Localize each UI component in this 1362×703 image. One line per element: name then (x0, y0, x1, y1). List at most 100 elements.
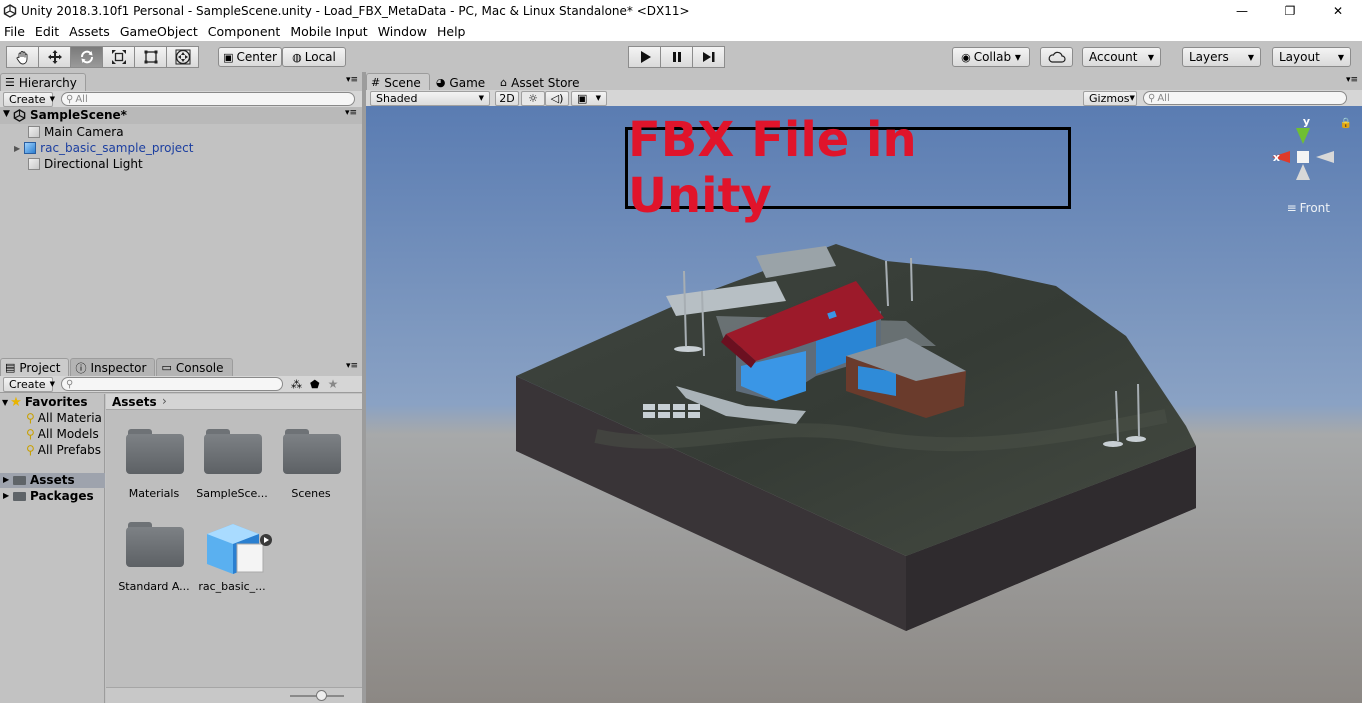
project-create-button[interactable]: Create ▼ (3, 376, 55, 392)
scene-search-input[interactable]: ⚲ All (1143, 91, 1347, 105)
gizmos-label: Gizmos (1089, 91, 1130, 105)
hand-tool-icon[interactable] (6, 46, 39, 68)
tab-game[interactable]: ◕ Game (430, 73, 495, 91)
tab-inspector[interactable]: ⓘ Inspector (70, 358, 156, 376)
scene-menu-icon[interactable]: ▾≡ (345, 108, 357, 118)
rect-tool-icon[interactable] (134, 46, 167, 68)
packages-root-row[interactable]: ▶ Packages (0, 489, 105, 504)
slider-thumb[interactable] (316, 690, 327, 701)
panel-menu-icon[interactable]: ▾≡ (1346, 75, 1358, 85)
menu-mobile-input[interactable]: Mobile Input (286, 24, 373, 39)
collapsed-arrow-icon[interactable]: ▶ (14, 144, 20, 153)
account-dropdown[interactable]: Account ▼ (1082, 47, 1161, 67)
scene-header-row[interactable]: ▼ SampleScene* ▾≡ (0, 107, 362, 124)
filter-label-icon[interactable]: ⬟ (310, 378, 320, 391)
layers-label: Layers (1189, 50, 1229, 64)
expand-arrow-icon[interactable]: ▼ (3, 109, 10, 119)
pivot-local-button[interactable]: ◍ Local (282, 47, 346, 67)
search-icon: ⚲ (1148, 92, 1156, 104)
collapsed-arrow-icon[interactable]: ▶ (3, 491, 9, 500)
shading-mode-dropdown[interactable]: Shaded ▼ (370, 90, 490, 106)
hierarchy-item-rac-basic[interactable]: ▶ rac_basic_sample_project (14, 140, 193, 156)
lighting-toggle[interactable]: ☼ (521, 90, 545, 106)
folder-tab-icon: ▤ (5, 361, 16, 374)
create-label: Create (9, 92, 46, 106)
unity-logo-icon (3, 3, 17, 18)
panel-menu-icon[interactable]: ▾≡ (346, 361, 358, 371)
project-search-input[interactable]: ⚲ (61, 377, 283, 391)
favorite-item-models[interactable]: ⚲ All Models (26, 426, 99, 442)
effects-dropdown[interactable]: ▣ ▼ (571, 90, 607, 106)
scene-tabs: # Scene ◕ Game ⌂ Asset Store (366, 73, 589, 91)
2d-label: 2D (499, 91, 515, 105)
menu-edit[interactable]: Edit (31, 24, 65, 39)
hierarchy-item-label: rac_basic_sample_project (40, 141, 194, 155)
asset-grid: Assets › Materials SampleSce... Scenes S… (106, 394, 362, 703)
hierarchy-item-label: Directional Light (44, 157, 143, 171)
move-tool-icon[interactable] (38, 46, 71, 68)
folder-icon[interactable] (204, 429, 262, 475)
tab-project[interactable]: ▤ Project (0, 358, 70, 376)
tab-asset-store[interactable]: ⌂ Asset Store (495, 73, 589, 91)
menu-help[interactable]: Help (433, 24, 472, 39)
tab-label: Game (449, 75, 486, 90)
favorites-row[interactable]: ▼ ★ Favorites (2, 394, 88, 410)
menu-assets[interactable]: Assets (65, 24, 116, 39)
collab-button[interactable]: ◉ Collab ▾ (952, 47, 1030, 67)
scale-tool-icon[interactable] (102, 46, 135, 68)
star-icon: ★ (10, 394, 22, 410)
hierarchy-item-main-camera[interactable]: Main Camera (28, 124, 124, 140)
collapsed-arrow-icon[interactable]: ▶ (3, 475, 9, 484)
favorite-item-materials[interactable]: ⚲ All Materia (26, 410, 102, 426)
minimize-button[interactable]: — (1218, 0, 1266, 21)
playback-controls (628, 46, 725, 68)
panel-menu-icon[interactable]: ▾≡ (346, 75, 358, 85)
folder-icon[interactable] (283, 429, 341, 475)
rotate-tool-icon[interactable] (70, 46, 103, 68)
assets-root-row[interactable]: ▶ Assets (0, 473, 105, 488)
play-icon[interactable] (628, 46, 661, 68)
maximize-button[interactable]: ❐ (1266, 0, 1314, 21)
hierarchy-item-directional-light[interactable]: Directional Light (28, 156, 143, 172)
expand-arrow-icon[interactable]: ▼ (2, 398, 8, 407)
hierarchy-create-button[interactable]: Create ▼ (3, 91, 55, 107)
folder-icon[interactable] (126, 522, 184, 568)
tree-label: Assets (30, 473, 75, 487)
cloud-button[interactable] (1040, 47, 1073, 67)
tab-console[interactable]: ▭ Console (156, 358, 233, 376)
tab-scene[interactable]: # Scene (366, 73, 430, 91)
scene-viewport[interactable]: FBX File in Unity y x 🔒 ≡ Front (366, 106, 1362, 703)
dropdown-arrow-icon: ▼ (478, 94, 484, 102)
2d-toggle[interactable]: 2D (495, 90, 519, 106)
tab-label: Console (175, 360, 224, 375)
layout-dropdown[interactable]: Layout ▼ (1272, 47, 1351, 67)
tab-hierarchy[interactable]: ☰ Hierarchy (0, 73, 86, 91)
hierarchy-search-input[interactable]: ⚲ All (61, 92, 355, 106)
menu-window[interactable]: Window (374, 24, 433, 39)
menu-component[interactable]: Component (204, 24, 287, 39)
pause-icon[interactable] (660, 46, 693, 68)
pivot-center-button[interactable]: ▣ Center (218, 47, 282, 67)
step-icon[interactable] (692, 46, 725, 68)
favorite-star-icon[interactable]: ★ (328, 377, 339, 391)
menu-file[interactable]: File (0, 24, 31, 39)
overlay-title: FBX File in Unity (625, 112, 1071, 224)
breadcrumb-assets[interactable]: Assets (112, 395, 157, 409)
folder-icon[interactable] (126, 429, 184, 475)
audio-toggle[interactable]: ◁) (545, 90, 569, 106)
layers-dropdown[interactable]: Layers ▼ (1182, 47, 1261, 67)
hierarchy-item-label: Main Camera (44, 125, 124, 139)
layout-label: Layout (1279, 50, 1320, 64)
transform-tool-icon[interactable] (166, 46, 199, 68)
view-orientation-label[interactable]: ≡ Front (1287, 201, 1330, 215)
dropdown-arrow-icon: ▼ (1129, 94, 1135, 102)
gameobject-cube-icon (28, 158, 40, 170)
gizmos-dropdown[interactable]: Gizmos ▼ (1083, 90, 1137, 106)
image-icon: ▣ (577, 91, 588, 105)
filter-type-icon[interactable]: ⁂ (291, 378, 302, 391)
model-prefab-icon[interactable] (203, 520, 273, 576)
lock-icon[interactable]: 🔒 (1340, 118, 1352, 129)
close-button[interactable]: ✕ (1314, 0, 1362, 21)
favorite-item-prefabs[interactable]: ⚲ All Prefabs (26, 442, 101, 458)
menu-gameobject[interactable]: GameObject (116, 24, 204, 39)
